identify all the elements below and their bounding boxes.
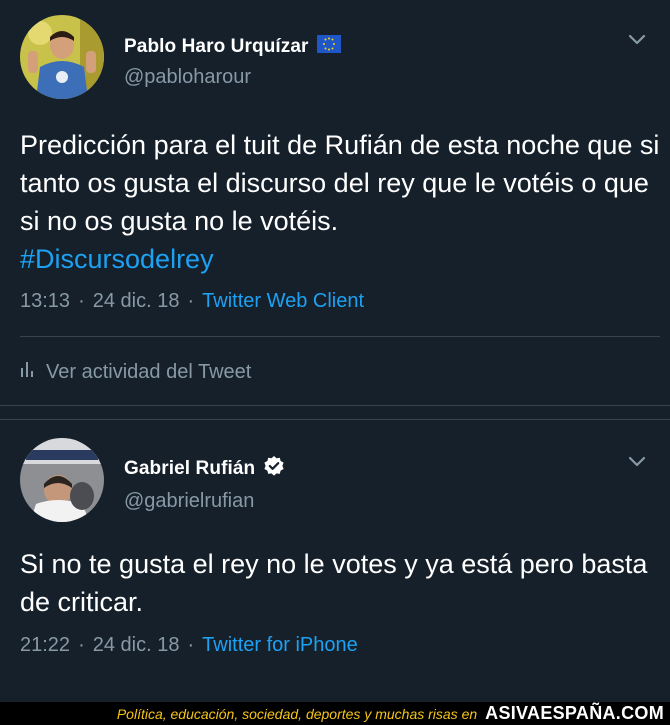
author-info[interactable]: Gabriel Rufián @gabrielrufian xyxy=(124,455,285,513)
author-handle[interactable]: @gabrielrufian xyxy=(124,490,285,513)
tweet-pablo: Pablo Haro Urquízar @pabloharour Predicc… xyxy=(0,0,670,405)
author-info[interactable]: Pablo Haro Urquízar @pabloharour xyxy=(124,35,341,89)
meta-separator: · xyxy=(187,290,195,312)
watermark-footer: Política, educación, sociedad, deportes … xyxy=(0,702,670,725)
tweet-divider xyxy=(0,419,670,420)
tweet-meta: 13:13 · 24 dic. 18 · Twitter Web Client xyxy=(20,290,364,313)
tweet-meta: 21:22 · 24 dic. 18 · Twitter for iPhone xyxy=(20,634,358,657)
tweet-text: Si no te gusta el rey no le votes y ya e… xyxy=(20,545,660,621)
tweet-date[interactable]: 24 dic. 18 xyxy=(93,634,180,657)
tweet-body: Si no te gusta el rey no le votes y ya e… xyxy=(20,549,648,617)
chevron-down-icon[interactable] xyxy=(626,28,648,50)
chevron-down-icon[interactable] xyxy=(626,450,648,472)
hashtag-link[interactable]: #Discursodelrey xyxy=(20,240,660,278)
tweet-time[interactable]: 21:22 xyxy=(20,634,70,657)
verified-icon xyxy=(263,455,285,482)
author-name[interactable]: Gabriel Rufián xyxy=(124,458,255,480)
author-name[interactable]: Pablo Haro Urquízar xyxy=(124,36,309,58)
tweet-text: Predicción para el tuit de Rufián de est… xyxy=(20,126,660,278)
tweet-source[interactable]: Twitter for iPhone xyxy=(202,634,358,657)
meta-separator: · xyxy=(78,290,85,312)
tweet-body: Predicción para el tuit de Rufián de est… xyxy=(20,130,660,236)
tweet-date[interactable]: 24 dic. 18 xyxy=(93,290,180,313)
author-handle[interactable]: @pabloharour xyxy=(124,66,341,89)
meta-separator: · xyxy=(187,634,195,656)
activity-label: Ver actividad del Tweet xyxy=(46,360,252,383)
tweet-activity-link[interactable]: Ver actividad del Tweet xyxy=(20,360,251,384)
eu-flag-icon xyxy=(316,35,341,58)
tweet-time[interactable]: 13:13 xyxy=(20,290,70,313)
avatar[interactable] xyxy=(20,15,104,99)
bar-chart-icon xyxy=(20,360,36,384)
footer-tagline: Política, educación, sociedad, deportes … xyxy=(116,705,478,722)
meta-separator: · xyxy=(78,634,85,656)
activity-divider xyxy=(20,336,660,337)
footer-site-name: ASIVAESPAÑA.COM xyxy=(485,703,664,723)
tweet-source[interactable]: Twitter Web Client xyxy=(202,290,364,313)
avatar[interactable] xyxy=(20,438,104,522)
tweet-divider xyxy=(0,405,670,406)
